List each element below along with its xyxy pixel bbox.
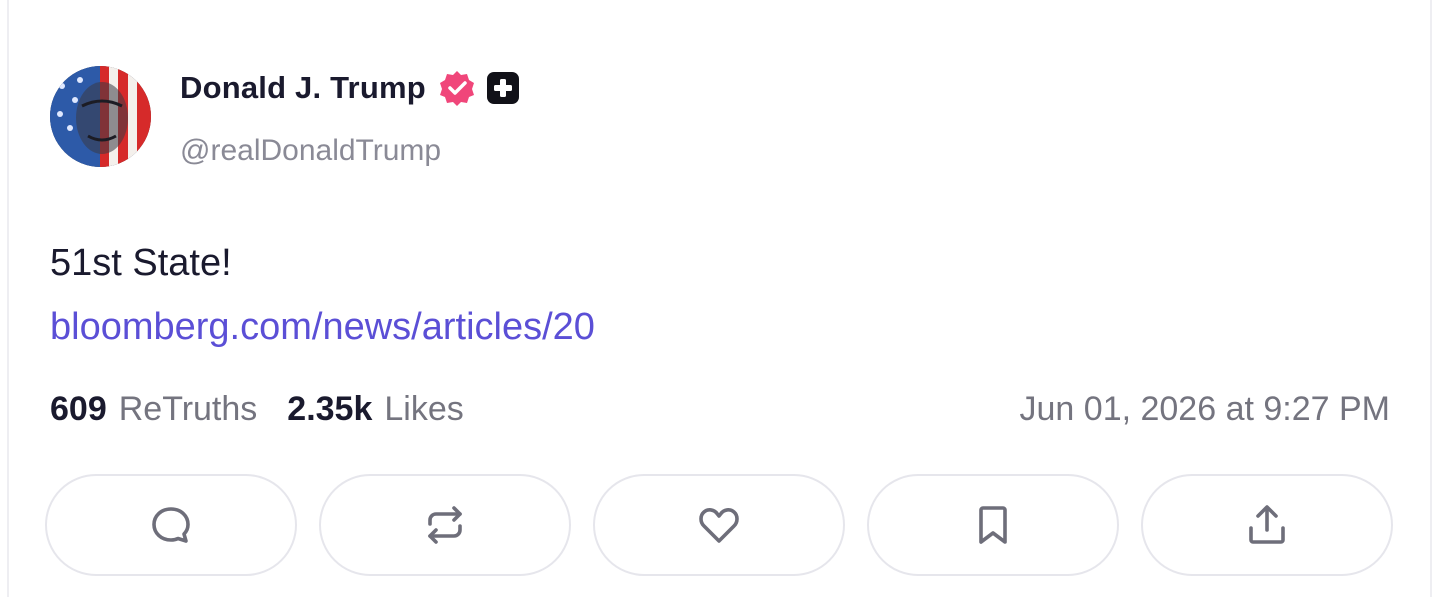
post-card: Donald J. Trump @realDonaldTrump 51st St… <box>7 0 1432 597</box>
post-timestamp[interactable]: Jun 01, 2026 at 9:27 PM <box>1020 390 1390 429</box>
reply-button[interactable] <box>45 474 297 576</box>
heart-icon <box>699 508 739 543</box>
bookmark-icon <box>979 506 1007 544</box>
avatar-image <box>50 66 151 167</box>
post-link[interactable]: bloomberg.com/news/articles/20 <box>50 306 595 349</box>
plus-badge-icon <box>486 71 520 105</box>
share-button[interactable] <box>1141 474 1393 576</box>
repost-icon <box>428 506 462 544</box>
likes-label[interactable]: Likes <box>384 390 463 429</box>
likes-count[interactable]: 2.35k <box>287 390 372 429</box>
action-bar <box>45 474 1393 576</box>
post-text: 51st State! <box>50 242 232 284</box>
author-handle[interactable]: @realDonaldTrump <box>180 134 441 168</box>
retruth-button[interactable] <box>319 474 571 576</box>
verified-badge-icon <box>438 69 476 107</box>
author-display-name[interactable]: Donald J. Trump <box>180 70 426 106</box>
retruths-count[interactable]: 609 <box>50 390 107 429</box>
post-stats: 609 ReTruths 2.35k Likes <box>50 390 464 429</box>
share-icon <box>1249 505 1285 544</box>
comment-icon <box>152 507 190 543</box>
avatar[interactable] <box>50 66 151 167</box>
bookmark-button[interactable] <box>867 474 1119 576</box>
author-name-row: Donald J. Trump <box>180 68 520 108</box>
retruths-label[interactable]: ReTruths <box>119 390 258 429</box>
like-button[interactable] <box>593 474 845 576</box>
